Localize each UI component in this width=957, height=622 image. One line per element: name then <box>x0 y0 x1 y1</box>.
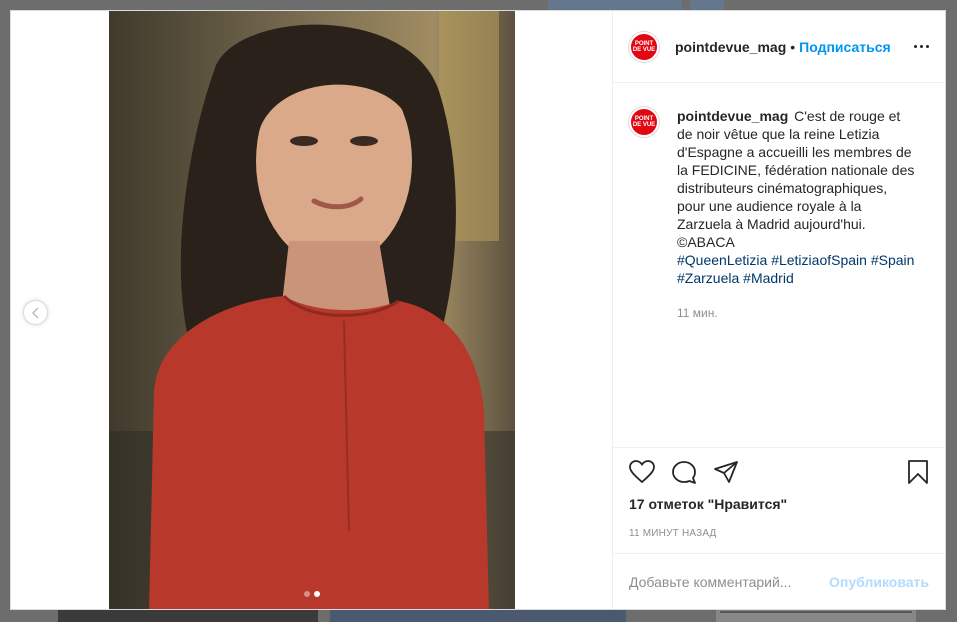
post-caption: POINT DE VUE pointdevue_mag C'est de rou… <box>629 99 929 322</box>
caption-timestamp: 11 мин. <box>677 306 718 320</box>
post-sidebar: POINT DE VUE pointdevue_mag • Подписатьс… <box>612 11 945 609</box>
chevron-left-icon <box>31 306 39 319</box>
add-comment-bar: Опубликовать <box>613 553 945 609</box>
publish-button[interactable]: Опубликовать <box>829 574 929 590</box>
post-modal: POINT DE VUE pointdevue_mag • Подписатьс… <box>10 10 946 610</box>
post-media <box>11 11 612 609</box>
hashtag-link[interactable]: #Spain <box>871 252 915 268</box>
hashtag-link[interactable]: #Zarzuela <box>677 270 739 286</box>
background-thumbnail <box>330 610 626 622</box>
post-actions: 17 отметок "Нравится" 11 МИНУТ НАЗАД <box>613 447 945 553</box>
caption-username[interactable]: pointdevue_mag <box>677 108 788 124</box>
header-separator: • <box>790 38 796 55</box>
caption-text: C'est de rouge et de noir vêtue que la r… <box>677 108 915 250</box>
follow-button[interactable]: Подписаться <box>799 39 891 55</box>
carousel-prev-button[interactable] <box>23 300 48 325</box>
post-header: POINT DE VUE pointdevue_mag • Подписатьс… <box>613 11 945 83</box>
bookmark-icon[interactable] <box>907 459 929 485</box>
carousel-indicator <box>304 591 320 597</box>
comment-input[interactable] <box>629 573 830 590</box>
comments-area: POINT DE VUE pointdevue_mag C'est de rou… <box>613 83 945 447</box>
share-icon[interactable] <box>713 460 739 484</box>
background-thumbnail <box>58 610 318 622</box>
heart-icon[interactable] <box>629 460 655 484</box>
background-tab <box>548 0 682 10</box>
avatar-logo-text: POINT DE VUE <box>632 40 656 53</box>
comment-icon[interactable] <box>671 460 697 484</box>
photo-illustration <box>109 11 515 609</box>
likes-count[interactable]: 17 отметок "Нравится" <box>629 496 929 512</box>
avatar[interactable]: POINT DE VUE <box>629 31 659 62</box>
action-icons <box>629 448 929 496</box>
caption-avatar[interactable]: POINT DE VUE <box>629 107 659 137</box>
avatar-logo-text: POINT DE VUE <box>632 116 656 128</box>
carousel-dot-active <box>314 591 320 597</box>
post-date: 11 МИНУТ НАЗАД <box>629 528 717 539</box>
caption-body: pointdevue_mag C'est de rouge et de noir… <box>677 99 919 322</box>
hashtag-link[interactable]: #QueenLetizia <box>677 252 767 268</box>
header-username[interactable]: pointdevue_mag <box>675 39 786 55</box>
more-options-icon[interactable] <box>914 39 929 54</box>
hashtag-link[interactable]: #LetiziaofSpain <box>771 252 867 268</box>
background-tab <box>690 0 724 10</box>
hashtag-link[interactable]: #Madrid <box>743 270 794 286</box>
post-photo[interactable] <box>109 11 515 609</box>
carousel-dot <box>304 591 310 597</box>
